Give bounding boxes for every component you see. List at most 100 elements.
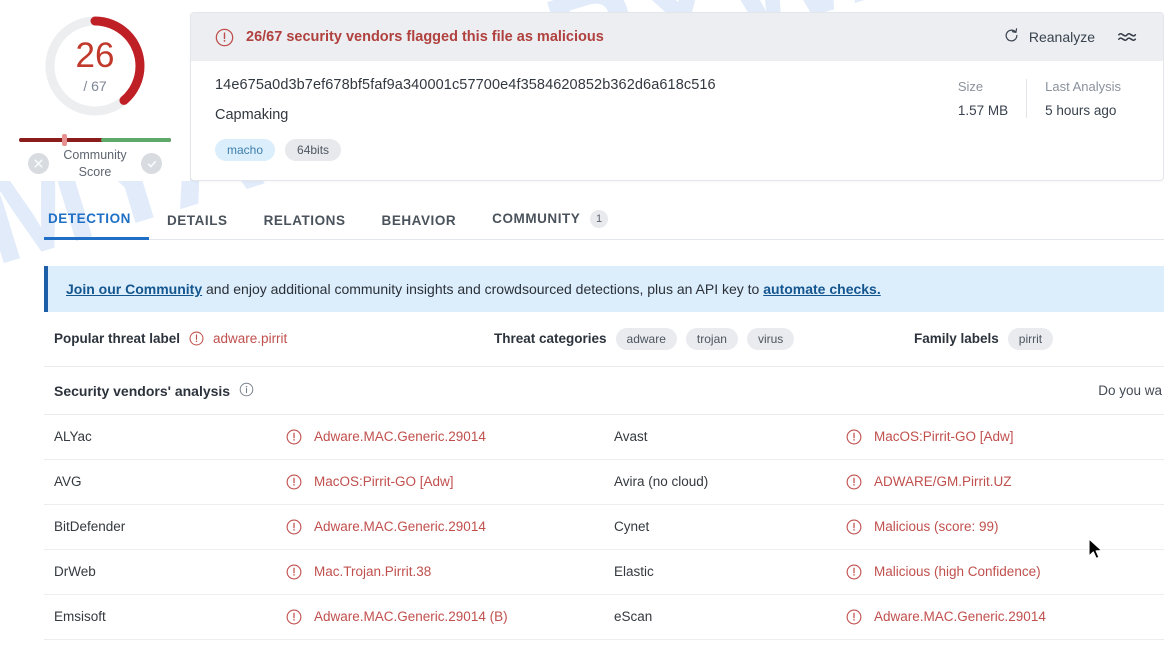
vendor-result: Malicious (score: 99): [846, 519, 999, 535]
vendor-name: Emsisoft: [54, 609, 106, 625]
warning-circle-icon: [189, 331, 204, 346]
virustotal-file-report-page: MYANTISPYWARE.COM 26 / 67: [0, 0, 1164, 662]
family-labels-group: Family labels pirrit: [914, 327, 1054, 350]
popular-threat-label-group: Popular threat label adware.pirrit: [54, 331, 494, 346]
tab-behavior-label: BEHAVIOR: [381, 212, 457, 228]
detection-donut: 26 / 67: [41, 12, 149, 120]
vendor-name: AVG: [54, 474, 82, 490]
file-card: 26/67 security vendors flagged this file…: [190, 12, 1164, 181]
vendor-result-text[interactable]: ADWARE/GM.Pirrit.UZ: [874, 474, 1012, 489]
file-identity: 14e675a0d3b7ef678bf5faf9a340001c57700e4f…: [215, 77, 940, 161]
file-tag-macho[interactable]: macho: [215, 139, 276, 161]
reanalyze-label: Reanalyze: [1028, 29, 1095, 45]
vendor-name: Avira (no cloud): [614, 474, 709, 490]
file-tags: macho 64bits: [215, 139, 940, 161]
vendor-result: Adware.MAC.Generic.29014: [286, 519, 486, 535]
community-score-label-line2: Score: [78, 164, 112, 179]
vendors-analysis-title: Security vendors' analysis: [54, 382, 254, 400]
warning-circle-icon: [846, 474, 862, 490]
family-label-pirrit[interactable]: pirrit: [1007, 327, 1054, 350]
meta-size: Size 1.57 MB: [940, 79, 1026, 118]
tab-relations[interactable]: RELATIONS: [246, 213, 364, 239]
vendors-analysis-table: ALYac Adware.MAC.Generic.29014 Avast Mac…: [44, 415, 1164, 640]
vendor-name: BitDefender: [54, 519, 126, 535]
vendor-result-text[interactable]: MacOS:Pirrit-GO [Adw]: [314, 474, 454, 489]
tab-community-badge: 1: [590, 209, 609, 228]
warning-circle-icon: [286, 519, 302, 535]
vendor-name: Elastic: [614, 564, 654, 580]
close-circle-icon[interactable]: [28, 153, 49, 175]
vendor-result: MacOS:Pirrit-GO [Adw]: [286, 474, 454, 490]
meta-size-key: Size: [957, 79, 984, 94]
report-tabs: DETECTION DETAILS RELATIONS BEHAVIOR COM…: [44, 209, 1164, 240]
warning-circle-icon: [286, 474, 302, 490]
vendor-cell: Avira (no cloud) ADWARE/GM.Pirrit.UZ: [604, 460, 1164, 504]
threat-category-adware[interactable]: adware: [615, 327, 677, 350]
vendor-result: ADWARE/GM.Pirrit.UZ: [846, 474, 1012, 490]
detection-total: / 67: [83, 78, 107, 94]
file-card-header: 26/67 security vendors flagged this file…: [191, 13, 1163, 61]
vendor-result: MacOS:Pirrit-GO [Adw]: [846, 429, 1014, 445]
similar-waves-icon[interactable]: [1117, 29, 1139, 45]
meta-last-analysis-key: Last Analysis: [1045, 79, 1121, 94]
warning-circle-icon: [846, 609, 862, 625]
community-score-bar: [19, 134, 171, 146]
vendor-cell: eScan Adware.MAC.Generic.29014: [604, 595, 1164, 639]
file-card-actions: Reanalyze: [1003, 27, 1139, 47]
table-row: BitDefender Adware.MAC.Generic.29014 Cyn…: [44, 505, 1164, 550]
vendor-result-text[interactable]: Adware.MAC.Generic.29014: [314, 519, 486, 534]
popular-threat-label-value[interactable]: adware.pirrit: [213, 331, 287, 346]
threat-label-strip: Popular threat label adware.pirrit Threa…: [44, 312, 1164, 367]
tab-community[interactable]: COMMUNITY 1: [474, 209, 626, 239]
detection-gauge-column: 26 / 67 Community Score: [0, 0, 190, 181]
vendor-name: DrWeb: [54, 564, 96, 580]
threat-categories-key: Threat categories: [494, 331, 607, 347]
file-summary-section: 26 / 67 Community Score 26/67 security v…: [0, 0, 1164, 181]
join-community-link[interactable]: Join our Community: [66, 281, 202, 297]
info-circle-icon[interactable]: [239, 382, 254, 400]
vendor-result-text[interactable]: Malicious (score: 99): [874, 519, 999, 534]
tab-detection[interactable]: DETECTION: [44, 211, 149, 240]
automate-checks-link[interactable]: automate checks.: [763, 281, 881, 297]
vendor-result-text[interactable]: Adware.MAC.Generic.29014: [314, 429, 486, 444]
tab-detection-label: DETECTION: [48, 210, 131, 226]
vendor-cell: DrWeb Mac.Trojan.Pirrit.38: [44, 550, 604, 594]
tab-behavior[interactable]: BEHAVIOR: [364, 213, 475, 239]
reanalyze-button[interactable]: Reanalyze: [1003, 27, 1095, 47]
vendor-result: Adware.MAC.Generic.29014: [286, 429, 486, 445]
vendor-result-text[interactable]: Adware.MAC.Generic.29014: [874, 609, 1046, 624]
threat-category-virus[interactable]: virus: [746, 327, 795, 350]
file-tag-64bits[interactable]: 64bits: [285, 139, 342, 161]
vendor-cell: BitDefender Adware.MAC.Generic.29014: [44, 505, 604, 549]
vendor-result-text[interactable]: Adware.MAC.Generic.29014 (B): [314, 609, 508, 624]
vendor-name: eScan: [614, 609, 653, 625]
file-hash: 14e675a0d3b7ef678bf5faf9a340001c57700e4f…: [215, 77, 716, 93]
vendor-result-text[interactable]: Malicious (high Confidence): [874, 564, 1041, 579]
family-labels-key: Family labels: [914, 331, 999, 347]
check-circle-icon[interactable]: [141, 153, 162, 175]
vendor-result: Adware.MAC.Generic.29014 (B): [286, 609, 508, 625]
warning-circle-icon: [286, 564, 302, 580]
warning-circle-icon: [846, 519, 862, 535]
warning-circle-icon: [215, 28, 234, 47]
detection-count: 26: [75, 36, 115, 75]
community-score-label-line1: Community: [63, 148, 127, 162]
threat-category-trojan[interactable]: trojan: [685, 327, 738, 350]
tab-community-label: COMMUNITY: [492, 211, 581, 227]
tab-details[interactable]: DETAILS: [149, 213, 246, 239]
warning-circle-icon: [286, 609, 302, 625]
vendor-cell: Cynet Malicious (score: 99): [604, 505, 1164, 549]
vendor-result-text[interactable]: MacOS:Pirrit-GO [Adw]: [874, 429, 1014, 444]
donut-center-text: 26 / 67: [41, 12, 149, 120]
vendors-analysis-cta[interactable]: Do you wa: [1098, 383, 1164, 398]
file-name: Capmaking: [215, 107, 289, 123]
community-score-bar-positive: [101, 138, 171, 142]
vendor-result: Mac.Trojan.Pirrit.38: [286, 564, 431, 580]
vendor-result-text[interactable]: Mac.Trojan.Pirrit.38: [314, 564, 431, 579]
verdict-block: 26/67 security vendors flagged this file…: [215, 28, 604, 47]
vendor-cell: Avast MacOS:Pirrit-GO [Adw]: [604, 415, 1164, 459]
community-banner: Join our Community and enjoy additional …: [44, 265, 1164, 312]
refresh-icon: [1003, 27, 1020, 47]
vendor-cell: Elastic Malicious (high Confidence): [604, 550, 1164, 594]
vendors-analysis-header: Security vendors' analysis Do you wa: [44, 367, 1164, 415]
